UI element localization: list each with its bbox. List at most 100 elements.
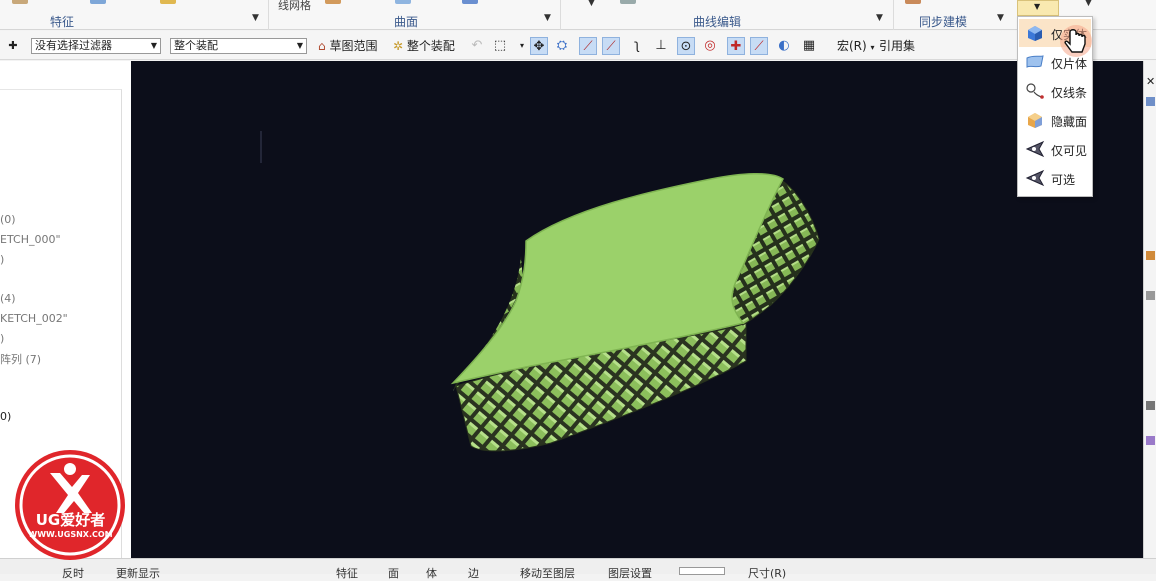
chevron-down-icon: ▼ — [296, 41, 303, 50]
menu-item-label: 仅可见 — [1051, 144, 1088, 158]
status-item[interactable]: 图层设置 — [608, 565, 652, 581]
visible-only-icon — [1025, 140, 1045, 158]
snap-settings-icon[interactable]: ⛭ — [553, 37, 571, 55]
sketch-range-icon: ⌂ — [318, 39, 326, 53]
tree-item[interactable]: (4) — [0, 292, 16, 305]
resource-icon[interactable] — [1146, 436, 1155, 445]
chevron-down-icon[interactable]: ▼ — [1085, 0, 1092, 8]
resource-icon[interactable] — [1146, 401, 1155, 410]
chevron-down-icon[interactable]: ▼ — [876, 13, 883, 23]
chevron-down-icon[interactable]: ▼ — [544, 13, 551, 23]
chevron-down-icon: ▼ — [1034, 2, 1041, 11]
mid-point-icon[interactable]: ⟋ — [602, 37, 620, 55]
type-filter-combo[interactable]: 没有选择过滤器 ▼ — [31, 38, 161, 54]
graphics-window[interactable] — [131, 61, 1143, 558]
point-on-curve-icon[interactable]: ⟋ — [750, 37, 768, 55]
selection-scope-combo-value: 整个装配 — [174, 39, 218, 52]
ug-logo-icon — [15, 450, 125, 560]
status-item[interactable]: 特征 — [336, 565, 358, 581]
selection-scope-combo[interactable]: 整个装配 ▼ — [170, 38, 307, 54]
chevron-down-icon[interactable]: ▼ — [588, 0, 595, 8]
solid-body-icon — [1028, 26, 1042, 41]
sketch-range-button[interactable]: ⌂ 草图范围 — [318, 37, 377, 55]
ribbon-group-label-surface: 曲面 — [394, 15, 419, 29]
selectable-icon — [1025, 169, 1045, 187]
curve-point-icon[interactable]: ʅ — [628, 37, 646, 55]
existing-point-icon[interactable]: ✚ — [727, 37, 745, 55]
menu-item-visible-only[interactable]: 仅可见 — [1019, 135, 1091, 163]
deselect-icon[interactable]: ↶ — [468, 37, 486, 55]
ribbon-tool-icon[interactable] — [905, 0, 921, 4]
chevron-down-icon[interactable]: ▼ — [252, 13, 259, 23]
ribbon-cut-label[interactable]: 线网格 — [278, 0, 311, 12]
ribbon-tool-icon[interactable] — [160, 0, 176, 4]
tree-item[interactable]: KETCH_002" — [0, 312, 68, 325]
tree-item[interactable]: ETCH_000" — [0, 233, 61, 246]
status-item[interactable]: 体 — [426, 565, 437, 581]
tree-item[interactable]: ) — [0, 332, 4, 345]
sketch-range-label: 草图范围 — [329, 39, 378, 53]
status-item[interactable]: 移动至图层 — [520, 565, 575, 581]
ribbon-tool-icon[interactable] — [620, 0, 636, 4]
logo-url-text: WWW.UGSNX.COM — [28, 530, 113, 539]
menu-item-label: 仅线条 — [1051, 86, 1088, 100]
selection-filter-dropdown-button[interactable]: ▼ — [1017, 0, 1059, 16]
ribbon-group-label-feature: 特征 — [50, 15, 75, 29]
resource-icon[interactable] — [1146, 97, 1155, 106]
ribbon-tool-icon[interactable] — [90, 0, 106, 4]
end-point-icon[interactable]: ⟋ — [579, 37, 597, 55]
type-filter-combo-value: 没有选择过滤器 — [35, 39, 112, 52]
perpendicular-icon[interactable]: ⊥ — [652, 37, 670, 55]
menu-item-selectable[interactable]: 可选 — [1019, 164, 1091, 192]
ribbon-group-label-curve-edit: 曲线编辑 — [693, 15, 742, 29]
snap-all-icon[interactable]: ✥ — [530, 37, 548, 55]
close-icon[interactable]: ✕ — [1146, 75, 1155, 88]
center-point-icon[interactable]: ⊙ — [677, 37, 695, 55]
point-on-face-icon[interactable]: ◐ — [775, 37, 793, 55]
ribbon-tool-icon[interactable] — [395, 0, 411, 4]
resource-bar: ✕ — [1143, 61, 1156, 558]
tree-item[interactable]: ) — [0, 253, 4, 266]
ribbon-tool-icon[interactable] — [462, 0, 478, 4]
curve-icon — [1026, 83, 1044, 99]
ribbon-tool-icon[interactable] — [12, 0, 28, 4]
tree-item[interactable]: 阵列 (7) — [0, 351, 41, 367]
status-bar: 反时 更新显示 特征 面 体 边 移动至图层 图层设置 尺寸(R) — [0, 558, 1156, 580]
menu-plus-icon[interactable]: ✚ — [4, 37, 22, 55]
sheet-body-icon — [1026, 55, 1044, 68]
ribbon-tool-icon[interactable] — [325, 0, 341, 4]
bounded-grid-icon[interactable]: ▦ — [800, 37, 818, 55]
chevron-down-icon[interactable]: ▾ — [513, 37, 531, 55]
ribbon: 线网格 特征 ▼ 曲面 ▼ ▼ 曲线编辑 ▼ 同步建模 ▼ ▼ ▼ — [0, 0, 1156, 30]
reference-set-button[interactable]: 引用集 — [879, 37, 915, 55]
status-item[interactable]: 边 — [468, 565, 479, 581]
status-item[interactable]: 尺寸(R) — [748, 565, 786, 581]
tree-item[interactable]: 0) — [0, 410, 11, 423]
tree-item[interactable]: (0) — [0, 213, 16, 226]
selection-toolbar: ✚ 没有选择过滤器 ▼ 整个装配 ▼ ⌂ 草图范围 ✲ 整个装配 ↶ ⬚ ▾ ✥… — [0, 31, 1156, 60]
ribbon-separator — [560, 0, 561, 30]
macro-menu[interactable]: 宏(R) ▾ — [837, 37, 875, 55]
ribbon-group-label-sync-modeling: 同步建模 — [919, 15, 968, 29]
status-item[interactable]: 更新显示 — [116, 565, 160, 581]
resource-icon[interactable] — [1146, 251, 1155, 260]
quadrant-point-icon[interactable]: ◎ — [701, 37, 719, 55]
whole-assembly-label: 整个装配 — [406, 39, 455, 53]
rectangle-select-icon[interactable]: ⬚ — [491, 37, 509, 55]
menu-item-curve[interactable]: 仅线条 — [1019, 77, 1091, 105]
chevron-down-icon: ▾ — [870, 43, 875, 52]
menu-item-label: 可选 — [1051, 173, 1076, 187]
chevron-down-icon: ▼ — [150, 41, 157, 50]
model-view — [260, 131, 820, 452]
whole-assembly-button[interactable]: ✲ 整个装配 — [393, 37, 455, 55]
menu-item-hidden-face[interactable]: 隐藏面 — [1019, 106, 1091, 134]
ribbon-separator — [893, 0, 894, 30]
logo-brand-text: UG爱好者 — [35, 511, 106, 529]
hidden-face-icon — [1028, 113, 1042, 128]
menu-item-label: 隐藏面 — [1051, 115, 1088, 129]
status-item[interactable]: 反时 — [62, 565, 84, 581]
hand-cursor-icon — [1060, 25, 1092, 57]
status-item[interactable]: 面 — [388, 565, 399, 581]
chevron-down-icon[interactable]: ▼ — [997, 13, 1004, 23]
resource-icon[interactable] — [1146, 291, 1155, 300]
